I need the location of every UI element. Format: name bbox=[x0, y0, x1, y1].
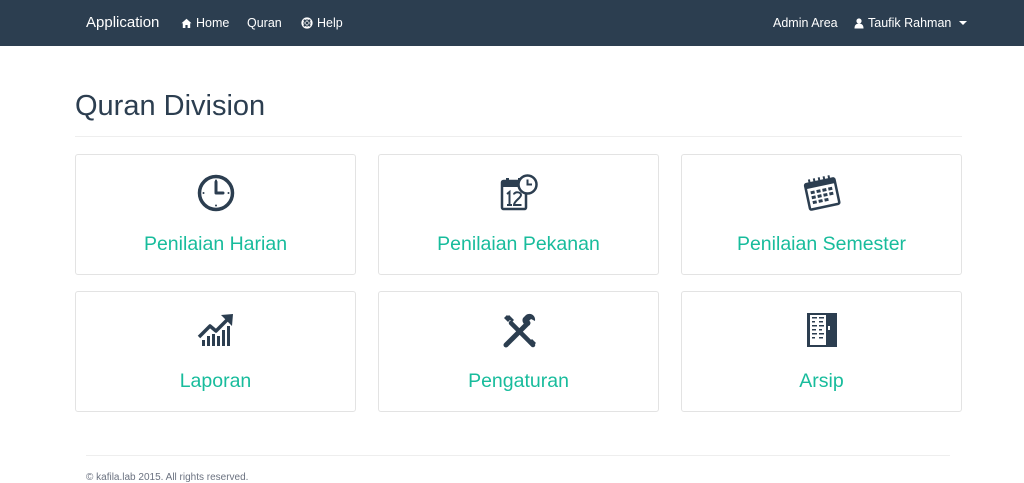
footer-divider bbox=[86, 455, 950, 456]
page-title: Quran Division bbox=[75, 90, 266, 122]
card-penilaian-harian[interactable]: Penilaian Harian bbox=[75, 154, 356, 275]
title-divider bbox=[75, 136, 962, 137]
card-penilaian-semester[interactable]: Penilaian Semester bbox=[681, 154, 962, 275]
footer-copyright: © kafila.lab 2015. All rights reserved. bbox=[86, 472, 249, 483]
clock-icon bbox=[197, 174, 234, 212]
calendar-clock-icon bbox=[500, 174, 538, 211]
brand-link[interactable]: Application bbox=[86, 0, 159, 46]
card-laporan[interactable]: Laporan bbox=[75, 291, 356, 412]
card-label: Pengaturan bbox=[468, 370, 569, 392]
card-label: Penilaian Pekanan bbox=[437, 233, 600, 255]
card-label: Laporan bbox=[179, 370, 252, 392]
user-menu-dropdown[interactable]: Taufik Rahman bbox=[854, 0, 968, 46]
nav-home-link[interactable]: Home bbox=[181, 0, 229, 46]
chart-growth-icon bbox=[197, 314, 233, 346]
card-label: Arsip bbox=[799, 370, 844, 392]
tools-icon bbox=[503, 313, 536, 348]
admin-area-label: Admin Area bbox=[773, 16, 838, 30]
card-arsip[interactable]: Arsip bbox=[681, 291, 962, 412]
admin-area-link[interactable]: Admin Area bbox=[773, 0, 838, 46]
nav-help-label: Help bbox=[317, 16, 343, 30]
nav-home-label: Home bbox=[196, 16, 230, 30]
user-icon bbox=[854, 17, 864, 28]
card-label: Penilaian Harian bbox=[143, 233, 288, 255]
life-ring-icon bbox=[301, 17, 313, 29]
card-penilaian-pekanan[interactable]: Penilaian Pekanan bbox=[378, 154, 659, 275]
user-name-label: Taufik Rahman bbox=[868, 16, 952, 30]
home-icon bbox=[181, 18, 192, 28]
archive-cabinet-icon bbox=[806, 313, 837, 347]
card-pengaturan[interactable]: Pengaturan bbox=[378, 291, 659, 412]
nav-quran-label: Quran bbox=[247, 16, 282, 30]
nav-help-link[interactable]: Help bbox=[301, 0, 343, 46]
calendar-icon bbox=[803, 175, 841, 211]
navbar: Application Home Quran Help Admin Area T… bbox=[0, 0, 1024, 46]
card-label: Penilaian Semester bbox=[736, 233, 907, 255]
nav-quran-link[interactable]: Quran bbox=[247, 0, 282, 46]
chevron-down-icon bbox=[959, 21, 968, 25]
